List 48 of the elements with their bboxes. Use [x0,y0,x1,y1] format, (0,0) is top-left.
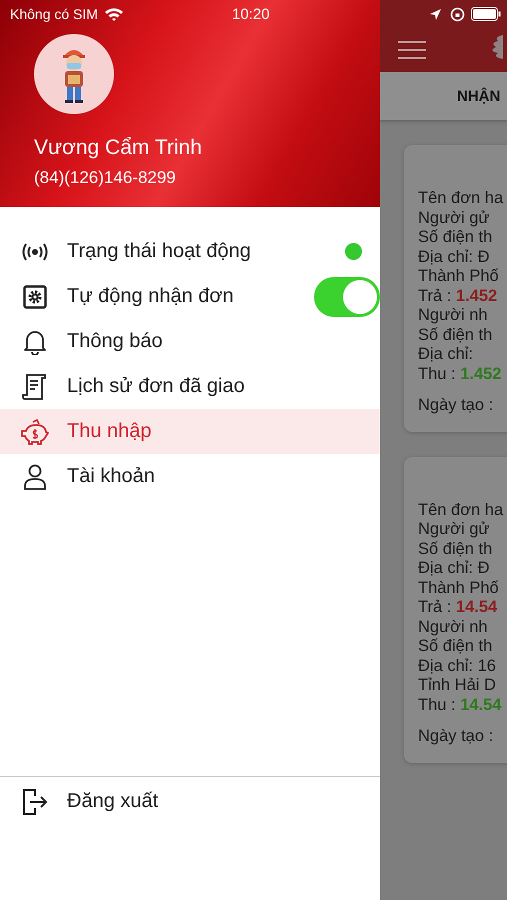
menu-item[interactable]: Thông báo [0,319,380,364]
order-line: Người gử [418,520,490,540]
logout-item[interactable]: Đăng xuất [0,779,380,824]
menu-icon[interactable] [398,40,426,60]
menu-item[interactable]: Lịch sử đơn đã giao [0,364,380,409]
logout-icon [22,788,48,816]
piggy-bank-icon [21,418,49,444]
person-icon [23,464,47,490]
order-line: Trả : 14.54 [418,598,498,618]
order-line: Người gử [418,208,490,228]
order-line: Số điện th [418,228,494,248]
menu-item[interactable]: Tài khoản [0,454,380,499]
order-line: Số điện th [418,637,494,656]
bell-icon [23,328,47,354]
gear-icon [23,284,47,308]
menu-item[interactable]: Tự động nhận đơn [0,274,380,319]
order-line: Địa chỉ: [418,345,474,364]
order-line: Người nh [418,306,489,326]
rotation-lock-icon [450,6,465,22]
order-line: Tên đơn ha [418,500,504,520]
location-icon [429,8,442,20]
order-line: Địa chỉ: 16 [418,656,497,676]
order-date: Ngày tạo : [418,396,494,416]
tab[interactable]: NHẬN [457,88,500,104]
order-line: Tỉnh Hải D [418,676,497,696]
order-line: Số điện th [418,326,494,345]
wifi-icon [104,7,124,21]
order-line: Địa chỉ: Đ [418,559,491,578]
order-line: Thu : 14.54 [418,696,502,715]
status-time: 10:20 [232,6,270,22]
order-line: Trả : 1.452 [418,286,498,306]
order-line: Thành Phố [418,578,500,598]
order-line: Số điện th [418,540,494,559]
order-line: Thành Phố [418,267,500,286]
order-line: Tên đơn ha [418,189,504,208]
menu-item[interactable]: Thu nhập [0,409,380,454]
receipt-icon [22,372,48,400]
broadcast-icon [21,242,49,262]
toggle-switch[interactable] [314,276,380,316]
order-line: Địa chỉ: Đ [418,248,491,267]
user-name: Vương Cẩm Trinh [34,136,203,160]
order-date: Ngày tạo : [418,727,494,746]
user-phone: (84)(126)146-8299 [34,168,177,188]
menu-item[interactable]: Trạng thái hoạt động [0,229,380,274]
battery-icon [471,7,501,21]
carrier-label: Không có SIM [10,6,98,22]
order-line: Thu : 1.452 [418,364,502,384]
order-line: Người nh [418,618,489,637]
